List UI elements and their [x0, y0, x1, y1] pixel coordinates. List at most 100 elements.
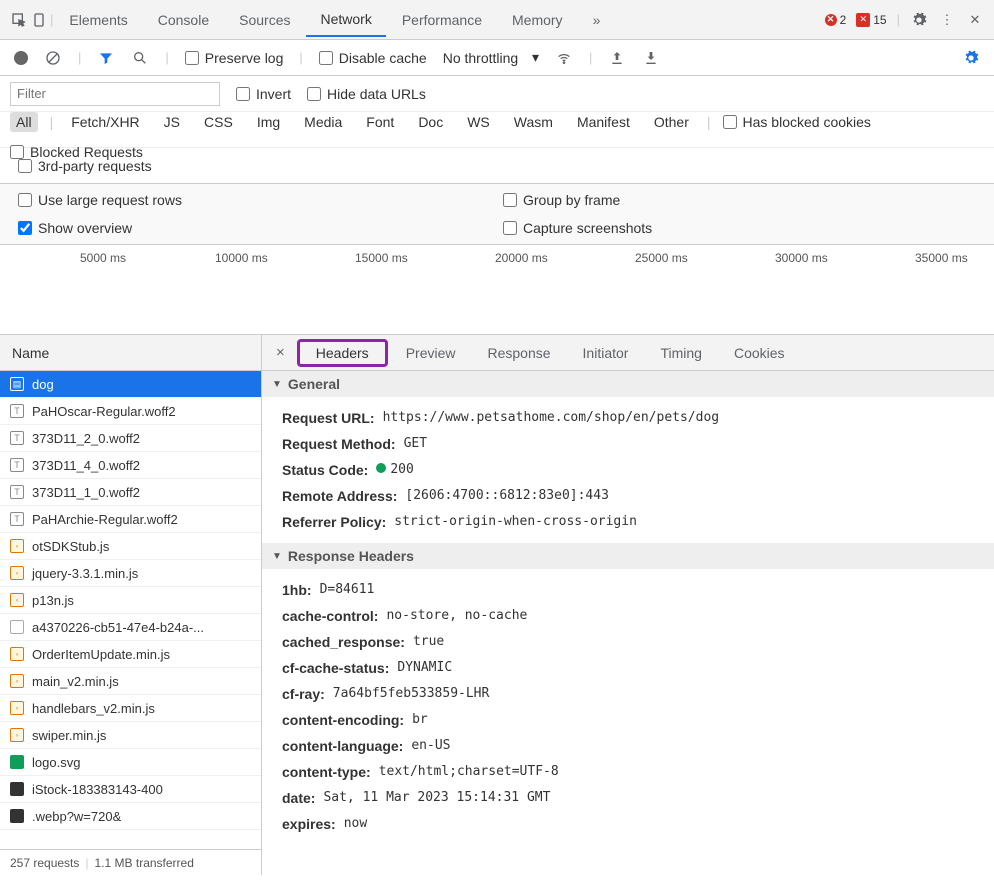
wifi-icon[interactable]: [555, 49, 573, 67]
display-options: Use large request rows Group by frame Sh…: [0, 184, 994, 245]
request-row[interactable]: ◦ p13n.js: [0, 587, 261, 614]
request-row[interactable]: .webp?w=720&: [0, 803, 261, 830]
file-type-icon: [10, 755, 24, 769]
detail-body: ▼General Request URL:https://www.petsath…: [262, 371, 994, 875]
name-column-header[interactable]: Name: [0, 335, 261, 371]
type-doc[interactable]: Doc: [412, 112, 449, 132]
warn-badge[interactable]: ✕15: [856, 13, 886, 27]
header-value: D=84611: [320, 582, 375, 598]
request-row[interactable]: ◦OrderItemUpdate.min.js: [0, 641, 261, 668]
type-wasm[interactable]: Wasm: [508, 112, 559, 132]
remote-address-label: Remote Address:: [282, 488, 397, 504]
request-row[interactable]: ◦main_v2.min.js: [0, 668, 261, 695]
tab-console[interactable]: Console: [144, 4, 223, 36]
disable-cache-checkbox[interactable]: Disable cache: [319, 50, 427, 66]
invert-checkbox[interactable]: Invert: [236, 86, 291, 102]
request-row[interactable]: ◦jquery-3.3.1.min.js: [0, 560, 261, 587]
gear-icon[interactable]: [910, 11, 928, 29]
tab-performance[interactable]: Performance: [388, 4, 496, 36]
tab-cookies[interactable]: Cookies: [720, 339, 799, 367]
request-name: 373D11_4_0.woff2: [32, 458, 140, 473]
request-row[interactable]: T373D11_4_0.woff2: [0, 452, 261, 479]
close-detail-icon[interactable]: ×: [268, 344, 293, 361]
blocked-cookies-checkbox[interactable]: Has blocked cookies: [723, 114, 871, 130]
large-rows-checkbox[interactable]: Use large request rows: [18, 192, 491, 208]
show-overview-checkbox[interactable]: Show overview: [18, 220, 491, 236]
timeline-tick: 15000 ms: [355, 251, 408, 265]
request-url-label: Request URL:: [282, 410, 375, 426]
tab-network[interactable]: Network: [306, 3, 385, 37]
type-manifest[interactable]: Manifest: [571, 112, 636, 132]
request-name: p13n.js: [32, 593, 74, 608]
type-css[interactable]: CSS: [198, 112, 239, 132]
type-font[interactable]: Font: [360, 112, 400, 132]
type-other[interactable]: Other: [648, 112, 695, 132]
download-icon[interactable]: [642, 49, 660, 67]
request-row[interactable]: a4370226-cb51-47e4-b24a-...: [0, 614, 261, 641]
request-row[interactable]: T373D11_2_0.woff2: [0, 425, 261, 452]
file-type-icon: T: [10, 485, 24, 499]
request-name: OrderItemUpdate.min.js: [32, 647, 170, 662]
header-name: content-encoding:: [282, 712, 404, 728]
search-icon[interactable]: [131, 49, 149, 67]
type-js[interactable]: JS: [158, 112, 186, 132]
response-headers-section[interactable]: ▼Response Headers: [262, 543, 994, 569]
request-name: 373D11_1_0.woff2: [32, 485, 140, 500]
hide-data-urls-checkbox[interactable]: Hide data URLs: [307, 86, 426, 102]
header-value: 7a64bf5feb533859-LHR: [333, 686, 490, 702]
header-name: cache-control:: [282, 608, 378, 624]
capture-screenshots-checkbox[interactable]: Capture screenshots: [503, 220, 976, 236]
type-ws[interactable]: WS: [461, 112, 496, 132]
request-row[interactable]: T 373D11_1_0.woff2: [0, 479, 261, 506]
tab-more[interactable]: »: [579, 4, 615, 36]
filter-icon[interactable]: [97, 49, 115, 67]
tab-timing[interactable]: Timing: [646, 339, 716, 367]
request-row[interactable]: TPaHArchie-Regular.woff2: [0, 506, 261, 533]
tab-elements[interactable]: Elements: [55, 4, 141, 36]
header-value: en-US: [411, 738, 450, 754]
request-row[interactable]: ◦handlebars_v2.min.js: [0, 695, 261, 722]
tab-memory[interactable]: Memory: [498, 4, 577, 36]
request-row[interactable]: ◦swiper.min.js: [0, 722, 261, 749]
error-badge[interactable]: ✕2: [825, 13, 847, 27]
preserve-log-checkbox[interactable]: Preserve log: [185, 50, 284, 66]
type-media[interactable]: Media: [298, 112, 348, 132]
clear-icon[interactable]: [44, 49, 62, 67]
timeline-tick: 20000 ms: [495, 251, 548, 265]
close-icon[interactable]: ✕: [966, 11, 984, 29]
throttle-select[interactable]: No throttling ▾: [443, 49, 539, 66]
device-icon[interactable]: [30, 11, 48, 29]
tab-preview[interactable]: Preview: [392, 339, 470, 367]
group-frame-checkbox[interactable]: Group by frame: [503, 192, 976, 208]
inspect-icon[interactable]: [10, 11, 28, 29]
settings-gear-icon[interactable]: [962, 49, 980, 67]
request-row[interactable]: logo.svg: [0, 749, 261, 776]
type-all[interactable]: All: [10, 112, 38, 132]
tab-initiator[interactable]: Initiator: [569, 339, 643, 367]
request-name: main_v2.min.js: [32, 674, 119, 689]
request-row[interactable]: TPaHOscar-Regular.woff2: [0, 398, 261, 425]
record-button[interactable]: [14, 51, 28, 65]
kebab-icon[interactable]: ⋮: [938, 11, 956, 29]
request-row[interactable]: ◦otSDKStub.js: [0, 533, 261, 560]
tab-headers[interactable]: Headers: [302, 339, 383, 367]
request-name: dog: [32, 377, 54, 392]
type-fetch[interactable]: Fetch/XHR: [65, 112, 145, 132]
filter-input[interactable]: [10, 82, 220, 106]
headers-tab-highlight: Headers: [297, 339, 388, 367]
general-section[interactable]: ▼General: [262, 371, 994, 397]
type-img[interactable]: Img: [251, 112, 286, 132]
upload-icon[interactable]: [608, 49, 626, 67]
request-row[interactable]: iStock-183383143-400: [0, 776, 261, 803]
tab-sources[interactable]: Sources: [225, 4, 304, 36]
file-type-icon: T: [10, 404, 24, 418]
request-method-label: Request Method:: [282, 436, 396, 452]
request-method-value: GET: [404, 436, 427, 452]
timeline[interactable]: 5000 ms 10000 ms 15000 ms 20000 ms 25000…: [0, 245, 994, 335]
third-party-checkbox[interactable]: 3rd-party requests: [18, 158, 152, 174]
file-type-icon: ◦: [10, 593, 24, 607]
request-row[interactable]: ▤dog: [0, 371, 261, 398]
tab-response[interactable]: Response: [473, 339, 564, 367]
request-count: 257 requests: [10, 856, 79, 870]
request-name: otSDKStub.js: [32, 539, 109, 554]
